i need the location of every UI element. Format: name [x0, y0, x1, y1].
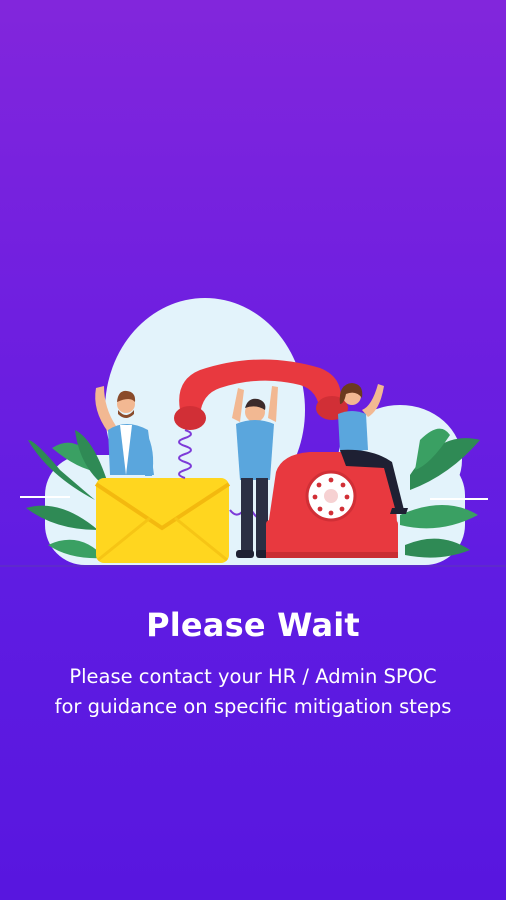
envelope-icon: [94, 478, 231, 563]
page-title: Please Wait: [146, 606, 360, 644]
rotary-telephone-icon: [266, 452, 398, 558]
guidance-message: Please contact your HR / Admin SPOC for …: [0, 662, 506, 722]
message-line: for guidance on specific mitigation step…: [54, 695, 452, 718]
please-wait-screen: Please Wait Please contact your HR / Adm…: [0, 0, 506, 900]
message-line: Please contact your HR / Admin SPOC: [69, 665, 437, 688]
contact-support-illustration: [0, 298, 506, 567]
